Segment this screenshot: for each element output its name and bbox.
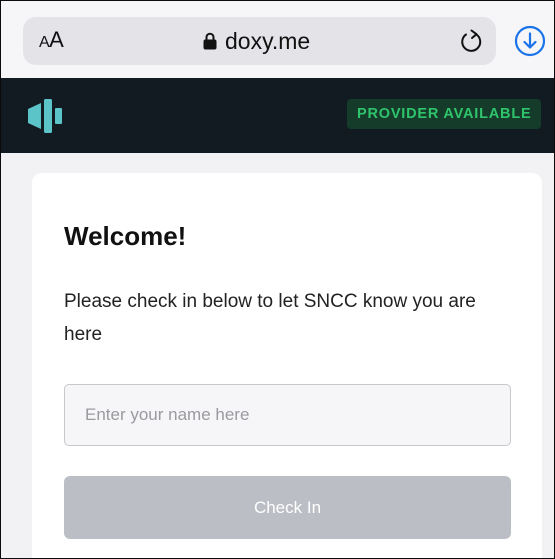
text-size-button[interactable]: AA: [39, 27, 64, 53]
text-size-small-label: A: [39, 34, 50, 51]
reload-icon[interactable]: [458, 28, 484, 54]
text-size-large-label: A: [49, 27, 64, 52]
screen: AA doxy.me PROVIDER AVAILABLE Welcome! P…: [0, 0, 555, 559]
url-display[interactable]: doxy.me: [203, 26, 310, 56]
provider-status-badge: PROVIDER AVAILABLE: [347, 99, 542, 129]
address-bar[interactable]: AA doxy.me: [23, 17, 496, 65]
page-title: Welcome!: [64, 221, 187, 251]
name-input[interactable]: [64, 384, 511, 446]
checkin-instructions: Please check in below to let SNCC know y…: [64, 291, 476, 345]
checkin-card: Welcome! Please check in below to let SN…: [32, 173, 542, 558]
download-icon[interactable]: [514, 25, 546, 57]
check-in-button[interactable]: Check In: [64, 476, 511, 539]
app-header: PROVIDER AVAILABLE: [1, 78, 554, 153]
doxy-logo-icon[interactable]: [25, 97, 65, 135]
url-text: doxy.me: [225, 27, 311, 54]
lock-icon: [203, 32, 217, 50]
browser-toolbar: AA doxy.me: [1, 1, 554, 78]
